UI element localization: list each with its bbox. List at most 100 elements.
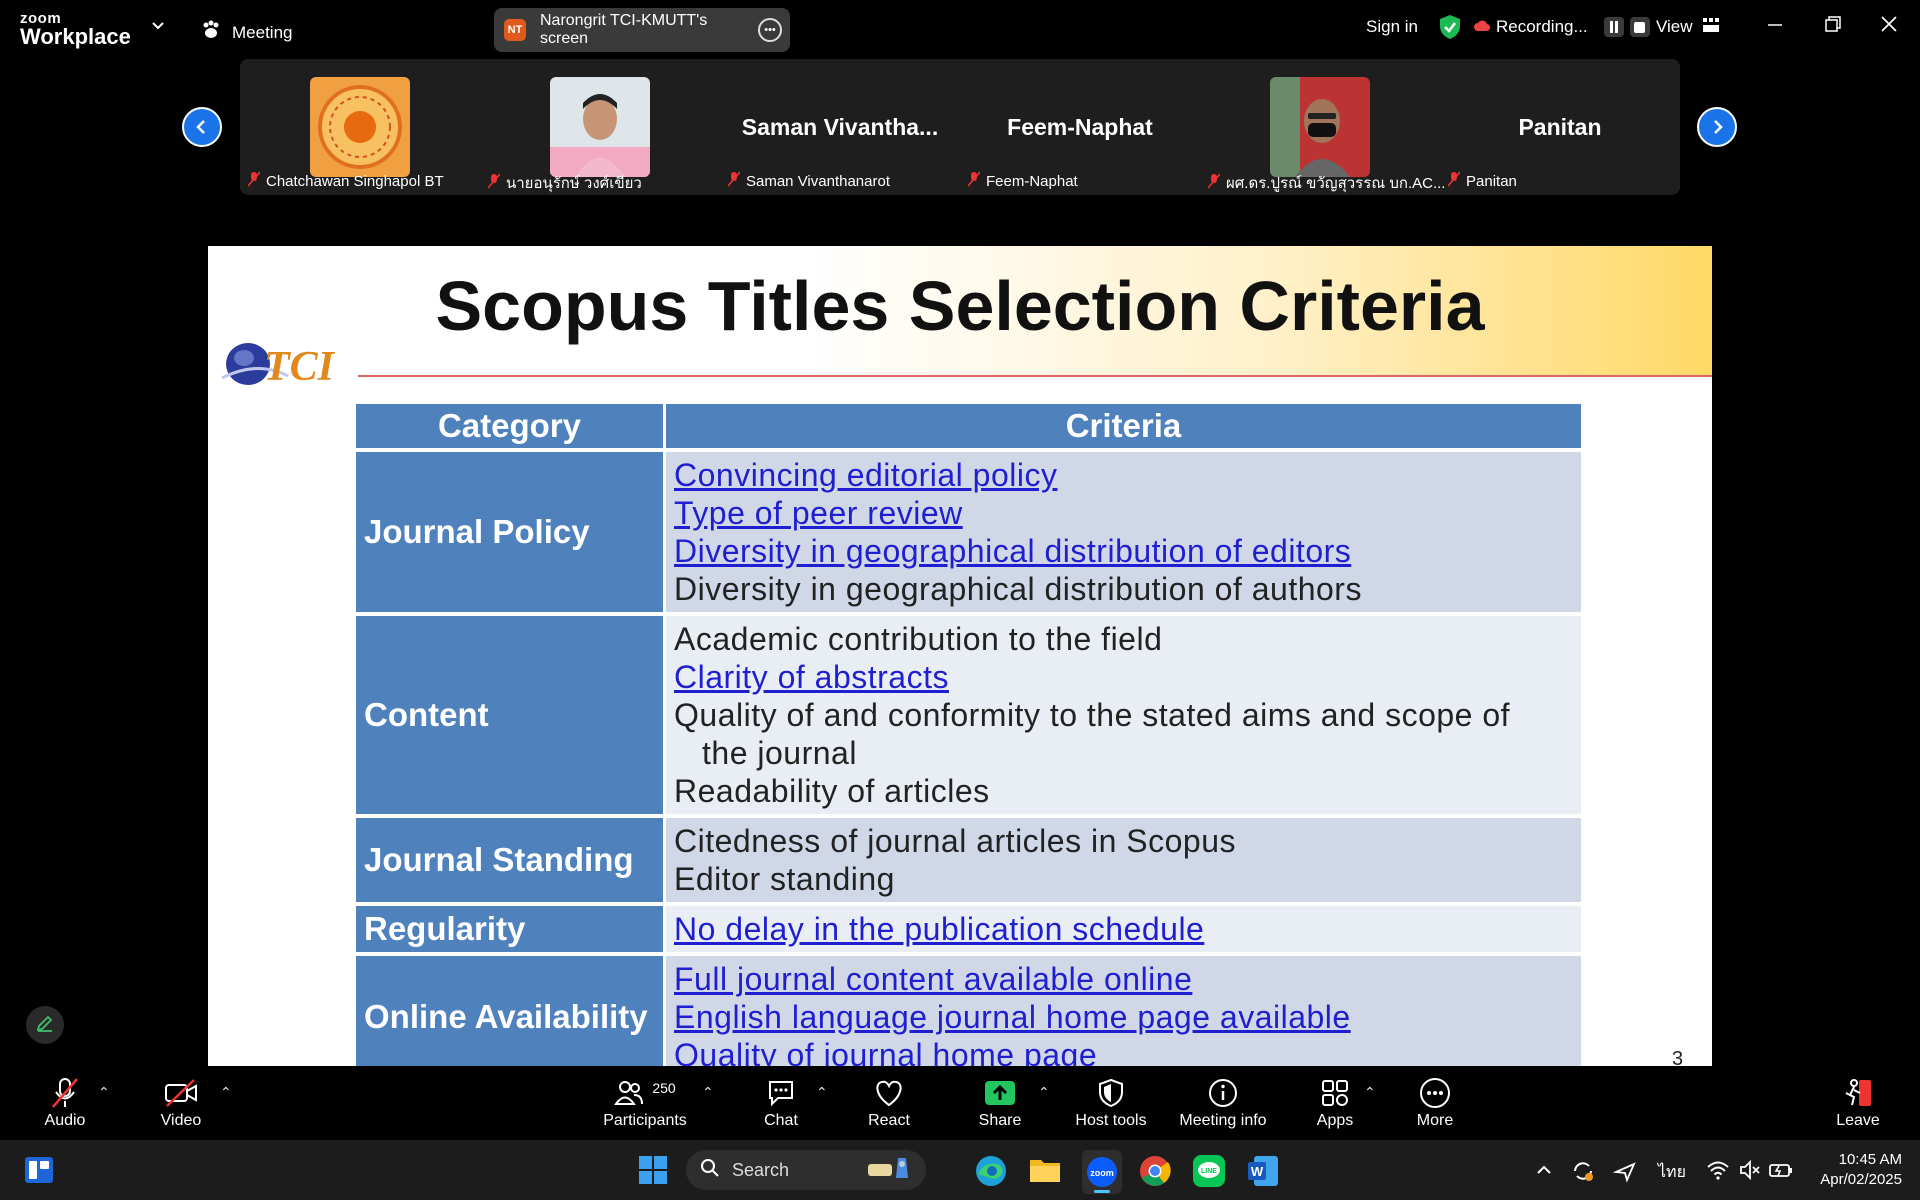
participant-tile[interactable]: นายอนุรักษ์ วงศ์เขียว	[480, 59, 720, 195]
brand-workplace: Workplace	[20, 24, 131, 49]
shared-slide: Scopus Titles Selection Criteria TCI Cat…	[208, 246, 1712, 1066]
more-button[interactable]: More	[1406, 1076, 1464, 1130]
tci-logo: TCI	[218, 336, 358, 393]
criteria-item-link[interactable]: Full journal content available online	[674, 960, 1573, 998]
audio-label: Audio	[44, 1112, 86, 1129]
criteria-item-link[interactable]: No delay in the publication schedule	[674, 910, 1573, 948]
stop-recording-button[interactable]	[1629, 17, 1650, 37]
leave-label: Leave	[1836, 1112, 1880, 1129]
criteria-item-link[interactable]: English language journal home page avail…	[674, 998, 1573, 1036]
chrome-icon[interactable]	[1138, 1154, 1172, 1193]
meeting-info-button[interactable]: Meeting info	[1176, 1076, 1270, 1130]
participant-display-name: Feem-Naphat	[1007, 114, 1153, 140]
participant-tile[interactable]: ผศ.ดร.ปูรณ์ ขวัญสุวรรณ บก.AC...	[1200, 59, 1445, 195]
mic-muted-icon	[967, 171, 981, 191]
info-icon	[1176, 1076, 1270, 1110]
shield-icon	[1068, 1076, 1154, 1110]
audio-button[interactable]: Audio	[36, 1076, 94, 1130]
share-label: Share	[978, 1112, 1022, 1129]
criteria-cell: No delay in the publication schedule	[666, 906, 1581, 952]
minimize-icon[interactable]	[1765, 14, 1785, 39]
edge-browser-icon[interactable]	[974, 1154, 1008, 1193]
chat-button[interactable]: Chat	[752, 1076, 810, 1130]
participants-options-caret[interactable]: ⌃	[702, 1084, 714, 1101]
meeting-toolbar	[0, 1066, 1920, 1138]
strip-prev-button[interactable]	[182, 107, 222, 147]
svg-text:LINE: LINE	[1201, 1168, 1217, 1175]
criteria-item-link[interactable]: Diversity in geographical distribution o…	[674, 532, 1573, 570]
heart-icon	[860, 1076, 918, 1110]
language-indicator[interactable]: ไทย	[1658, 1160, 1686, 1185]
apps-icon	[1306, 1076, 1364, 1110]
chevron-down-icon[interactable]	[150, 18, 166, 39]
participants-count: 250	[652, 1080, 676, 1096]
close-icon[interactable]	[1879, 14, 1899, 39]
widgets-icon[interactable]	[24, 1156, 54, 1189]
category-cell: Online Availability	[356, 956, 666, 1066]
svg-text:W: W	[1251, 1164, 1264, 1179]
clock[interactable]: 10:45 AM Apr/02/2025	[1810, 1150, 1902, 1190]
participant-tile[interactable]: Panitan Panitan	[1440, 59, 1680, 195]
mic-muted-icon	[1447, 171, 1461, 191]
audio-options-caret[interactable]: ⌃	[98, 1084, 110, 1101]
participants-icon: 250	[598, 1076, 692, 1110]
participants-button[interactable]: 250 Participants	[598, 1076, 692, 1130]
video-label: Video	[160, 1112, 202, 1129]
speaker-muted-icon[interactable]	[1738, 1158, 1762, 1187]
shield-check-icon[interactable]	[1438, 14, 1462, 45]
screen-share-indicator[interactable]: NT Narongrit TCI-KMUTT's screen •••	[494, 8, 790, 52]
taskbar-search[interactable]: Search	[686, 1150, 926, 1190]
restore-icon[interactable]	[1823, 14, 1843, 39]
criteria-item-link[interactable]: Clarity of abstracts	[674, 658, 1573, 696]
participants-label: Participants	[603, 1112, 687, 1129]
share-button[interactable]: Share	[970, 1076, 1030, 1130]
participant-display-name: Panitan	[1518, 114, 1602, 140]
host-tools-label: Host tools	[1075, 1112, 1147, 1129]
sync-icon[interactable]	[1570, 1158, 1596, 1189]
chat-icon	[752, 1076, 810, 1110]
criteria-item: the journal	[702, 735, 857, 771]
meeting-menu[interactable]: Meeting	[200, 19, 292, 46]
show-hidden-icons-icon[interactable]	[1534, 1160, 1554, 1185]
chat-options-caret[interactable]: ⌃	[816, 1084, 828, 1101]
participant-tile[interactable]: Feem-Naphat Feem-Naphat	[960, 59, 1200, 195]
battery-icon[interactable]	[1768, 1158, 1794, 1187]
table-row: Journal Policy Convincing editorial poli…	[356, 452, 1581, 612]
apps-button[interactable]: Apps	[1306, 1076, 1364, 1130]
criteria-item-link[interactable]: Quality of journal home page	[674, 1036, 1573, 1066]
criteria-item-link[interactable]: Type of peer review	[674, 494, 1573, 532]
apps-options-caret[interactable]: ⌃	[1364, 1084, 1376, 1101]
criteria-cell: Academic contribution to the field Clari…	[666, 616, 1581, 814]
share-options-caret[interactable]: ⌃	[1038, 1084, 1050, 1101]
wifi-icon[interactable]	[1706, 1158, 1730, 1187]
strip-next-button[interactable]	[1697, 107, 1737, 147]
view-menu[interactable]: View	[1656, 17, 1719, 37]
meeting-info-label: Meeting info	[1179, 1112, 1267, 1129]
video-button[interactable]: Video	[152, 1076, 210, 1130]
participant-label: Feem-Naphat	[967, 171, 1078, 191]
line-app-icon[interactable]: LINE	[1192, 1154, 1226, 1193]
file-explorer-icon[interactable]	[1028, 1154, 1062, 1191]
start-icon[interactable]	[638, 1155, 668, 1190]
more-options-icon[interactable]: •••	[758, 18, 782, 42]
location-icon[interactable]	[1612, 1158, 1638, 1189]
participant-label: Chatchawan Singhapol BT	[247, 171, 444, 191]
mic-muted-icon	[247, 171, 261, 191]
word-icon[interactable]: W	[1246, 1154, 1280, 1193]
recording-status[interactable]: Recording...	[1474, 17, 1650, 37]
react-button[interactable]: React	[860, 1076, 918, 1130]
active-indicator	[1094, 1190, 1110, 1193]
pause-recording-button[interactable]	[1603, 17, 1624, 37]
host-tools-button[interactable]: Host tools	[1068, 1076, 1154, 1130]
pencil-icon	[35, 1013, 55, 1038]
participant-label: Panitan	[1447, 171, 1517, 191]
zoom-taskbar-button[interactable]: zoom	[1082, 1150, 1122, 1194]
leave-button[interactable]: Leave	[1830, 1076, 1886, 1130]
participant-tile[interactable]: Chatchawan Singhapol BT	[240, 59, 480, 195]
participant-tile[interactable]: Saman Vivantha... Saman Vivanthanarot	[720, 59, 960, 195]
criteria-item-link[interactable]: Convincing editorial policy	[674, 456, 1573, 494]
sign-in-link[interactable]: Sign in	[1366, 17, 1418, 37]
annotate-button[interactable]	[26, 1006, 64, 1044]
video-options-caret[interactable]: ⌃	[220, 1084, 232, 1101]
table-row: Journal Standing Citedness of journal ar…	[356, 818, 1581, 902]
